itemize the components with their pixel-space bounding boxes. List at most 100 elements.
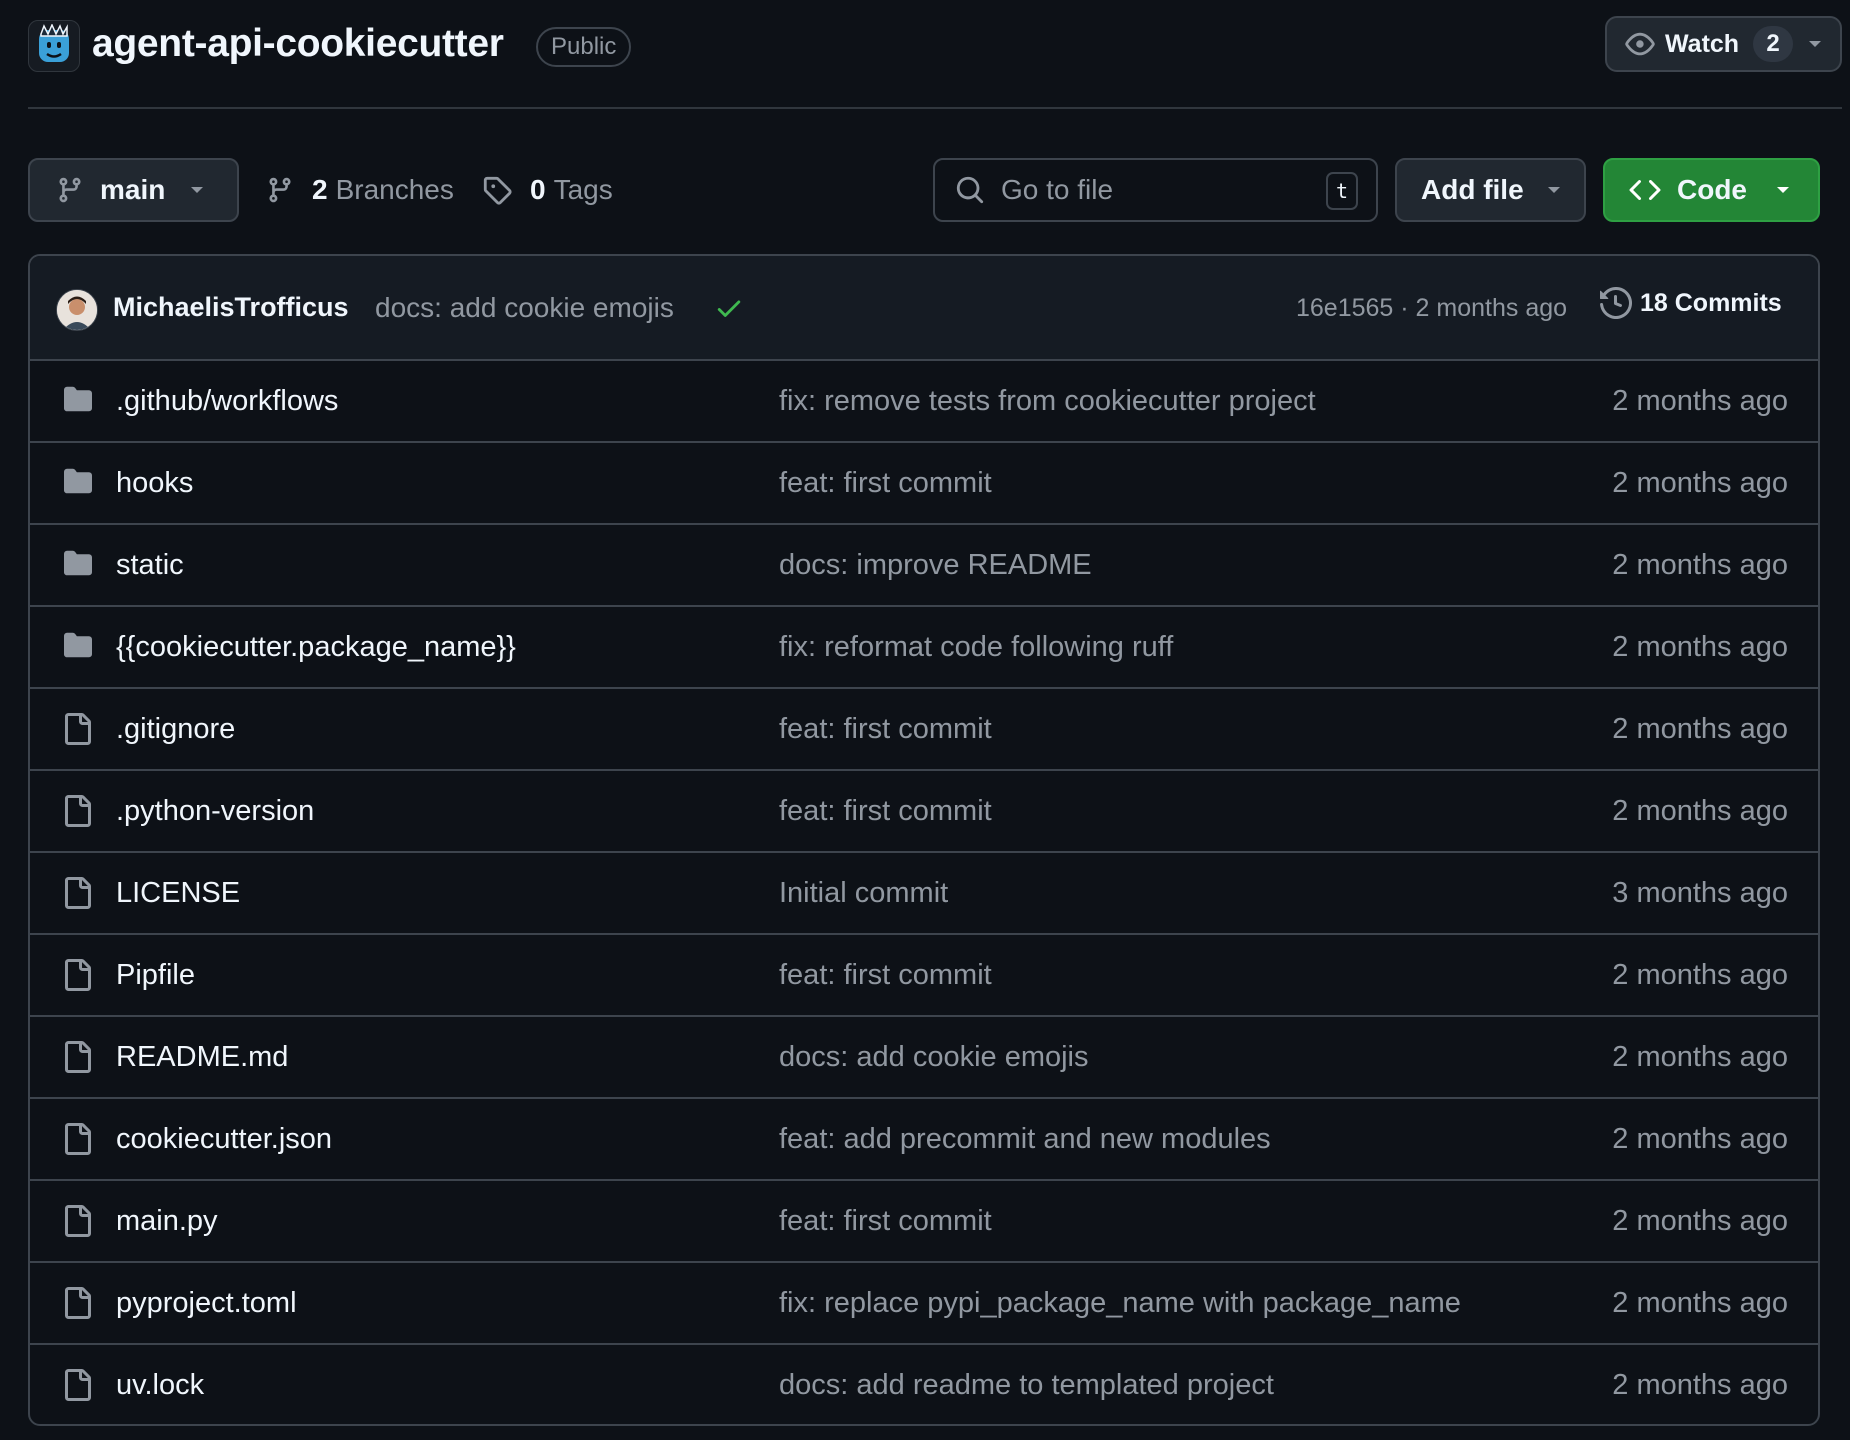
commits-history-link[interactable]: 18 Commits	[1600, 287, 1782, 319]
branches-count: 2	[312, 174, 328, 205]
latest-commit-bar: MichaelisTrofficus docs: add cookie emoj…	[30, 256, 1818, 361]
file-icon	[61, 1287, 93, 1319]
folder-icon	[61, 467, 95, 495]
file-name-link[interactable]: .python-version	[116, 795, 314, 828]
file-icon	[61, 713, 93, 745]
visibility-badge: Public	[536, 27, 632, 67]
file-row[interactable]: pyproject.toml fix: replace pypi_package_…	[30, 1263, 1818, 1345]
repo-header: agent-api-cookiecutter Public Watch 2	[28, 16, 1842, 76]
go-to-file-input[interactable]	[999, 173, 1323, 207]
file-icon	[61, 1369, 93, 1401]
code-icon	[1629, 174, 1661, 206]
file-commit-date: 2 months ago	[1612, 1041, 1788, 1073]
file-name-link[interactable]: Pipfile	[116, 959, 195, 992]
file-name-link[interactable]: .github/workflows	[116, 385, 338, 418]
file-row[interactable]: .gitignore feat: first commit 2 months ago	[30, 689, 1818, 771]
branches-label: Branches	[335, 174, 454, 205]
file-name-link[interactable]: static	[116, 549, 184, 582]
file-name-link[interactable]: {{cookiecutter.package_name}}	[116, 631, 516, 664]
file-name-link[interactable]: cookiecutter.json	[116, 1123, 332, 1156]
check-icon[interactable]	[714, 293, 744, 323]
file-row[interactable]: static docs: improve README 2 months ago	[30, 525, 1818, 607]
code-button[interactable]: Code	[1603, 158, 1820, 222]
watch-label: Watch	[1665, 29, 1740, 58]
caret-down-icon	[1546, 185, 1562, 195]
file-rows: .github/workflows fix: remove tests from …	[30, 361, 1818, 1424]
file-name-link[interactable]: LICENSE	[116, 877, 240, 910]
header-divider	[28, 107, 1842, 109]
tag-icon	[482, 175, 512, 205]
watch-button[interactable]: Watch 2	[1605, 16, 1842, 72]
file-commit-message-link[interactable]: feat: first commit	[779, 1205, 992, 1238]
file-commit-date: 2 months ago	[1612, 713, 1788, 745]
file-commit-message-link[interactable]: docs: improve README	[779, 549, 1092, 582]
git-branch-icon	[56, 176, 84, 204]
tags-count: 0	[530, 174, 546, 205]
file-list: MichaelisTrofficus docs: add cookie emoj…	[28, 254, 1820, 1426]
file-row[interactable]: uv.lock docs: add readme to templated pro…	[30, 1345, 1818, 1424]
keyboard-shortcut-hint: t	[1326, 172, 1358, 210]
file-commit-date: 2 months ago	[1612, 1123, 1788, 1155]
folder-icon	[61, 631, 95, 659]
folder-icon	[61, 385, 95, 413]
commits-count-label: 18 Commits	[1640, 288, 1782, 317]
file-row[interactable]: README.md docs: add cookie emojis 2 months…	[30, 1017, 1818, 1099]
file-commit-message-link[interactable]: docs: add cookie emojis	[779, 1041, 1089, 1074]
tags-link[interactable]: 0 Tags	[482, 158, 613, 222]
file-commit-message-link[interactable]: fix: reformat code following ruff	[779, 631, 1173, 664]
file-name-link[interactable]: README.md	[116, 1041, 288, 1074]
file-commit-message-link[interactable]: fix: replace pypi_package_name with pack…	[779, 1287, 1461, 1320]
file-commit-date: 2 months ago	[1612, 385, 1788, 417]
file-name-link[interactable]: hooks	[116, 467, 193, 500]
file-row[interactable]: {{cookiecutter.package_name}} fix: reform…	[30, 607, 1818, 689]
file-commit-message-link[interactable]: feat: first commit	[779, 959, 992, 992]
file-row[interactable]: hooks feat: first commit 2 months ago	[30, 443, 1818, 525]
file-name-link[interactable]: pyproject.toml	[116, 1287, 297, 1320]
tags-label: Tags	[553, 174, 613, 205]
repo-name[interactable]: agent-api-cookiecutter	[92, 22, 504, 66]
file-commit-date: 2 months ago	[1612, 795, 1788, 827]
branch-select-button[interactable]: main	[28, 158, 239, 222]
file-row[interactable]: .github/workflows fix: remove tests from …	[30, 361, 1818, 443]
file-name-link[interactable]: uv.lock	[116, 1369, 204, 1402]
file-icon	[61, 1205, 93, 1237]
file-icon	[61, 795, 93, 827]
file-commit-date: 2 months ago	[1612, 959, 1788, 991]
commit-author[interactable]: MichaelisTrofficus	[113, 292, 349, 323]
file-commit-message-link[interactable]: fix: remove tests from cookiecutter proj…	[779, 385, 1316, 418]
file-commit-message-link[interactable]: feat: first commit	[779, 467, 992, 500]
commit-hash-and-date[interactable]: 16e1565 · 2 months ago	[1296, 294, 1567, 323]
file-commit-message-link[interactable]: Initial commit	[779, 877, 948, 910]
go-to-file-search[interactable]: t	[933, 158, 1378, 222]
add-file-label: Add file	[1421, 174, 1524, 205]
branch-name: main	[100, 174, 166, 205]
watch-count: 2	[1753, 26, 1794, 62]
file-row[interactable]: main.py feat: first commit 2 months ago	[30, 1181, 1818, 1263]
file-row[interactable]: LICENSE Initial commit 3 months ago	[30, 853, 1818, 935]
caret-down-icon	[189, 185, 205, 195]
add-file-button[interactable]: Add file	[1395, 158, 1586, 222]
file-commit-date: 2 months ago	[1612, 467, 1788, 499]
repo-logo-icon[interactable]	[28, 20, 80, 72]
file-commit-message-link[interactable]: feat: first commit	[779, 795, 992, 828]
file-icon	[61, 877, 93, 909]
file-name-link[interactable]: main.py	[116, 1205, 218, 1238]
file-row[interactable]: cookiecutter.json feat: add precommit and…	[30, 1099, 1818, 1181]
file-name-link[interactable]: .gitignore	[116, 713, 235, 746]
commit-message[interactable]: docs: add cookie emojis	[375, 292, 674, 324]
file-commit-message-link[interactable]: docs: add readme to templated project	[779, 1369, 1274, 1402]
file-commit-message-link[interactable]: feat: add precommit and new modules	[779, 1123, 1271, 1156]
file-commit-date: 2 months ago	[1612, 549, 1788, 581]
file-row[interactable]: Pipfile feat: first commit 2 months ago	[30, 935, 1818, 1017]
code-label: Code	[1677, 174, 1747, 205]
caret-down-icon	[1775, 185, 1791, 195]
file-icon	[61, 1123, 93, 1155]
avatar[interactable]	[56, 289, 98, 331]
file-row[interactable]: .python-version feat: first commit 2 month…	[30, 771, 1818, 853]
file-commit-message-link[interactable]: feat: first commit	[779, 713, 992, 746]
file-commit-date: 2 months ago	[1612, 1369, 1788, 1401]
file-commit-date: 2 months ago	[1612, 1287, 1788, 1319]
caret-down-icon[interactable]	[1807, 39, 1823, 49]
branches-link[interactable]: 2 Branches	[266, 158, 454, 222]
file-icon	[61, 959, 93, 991]
